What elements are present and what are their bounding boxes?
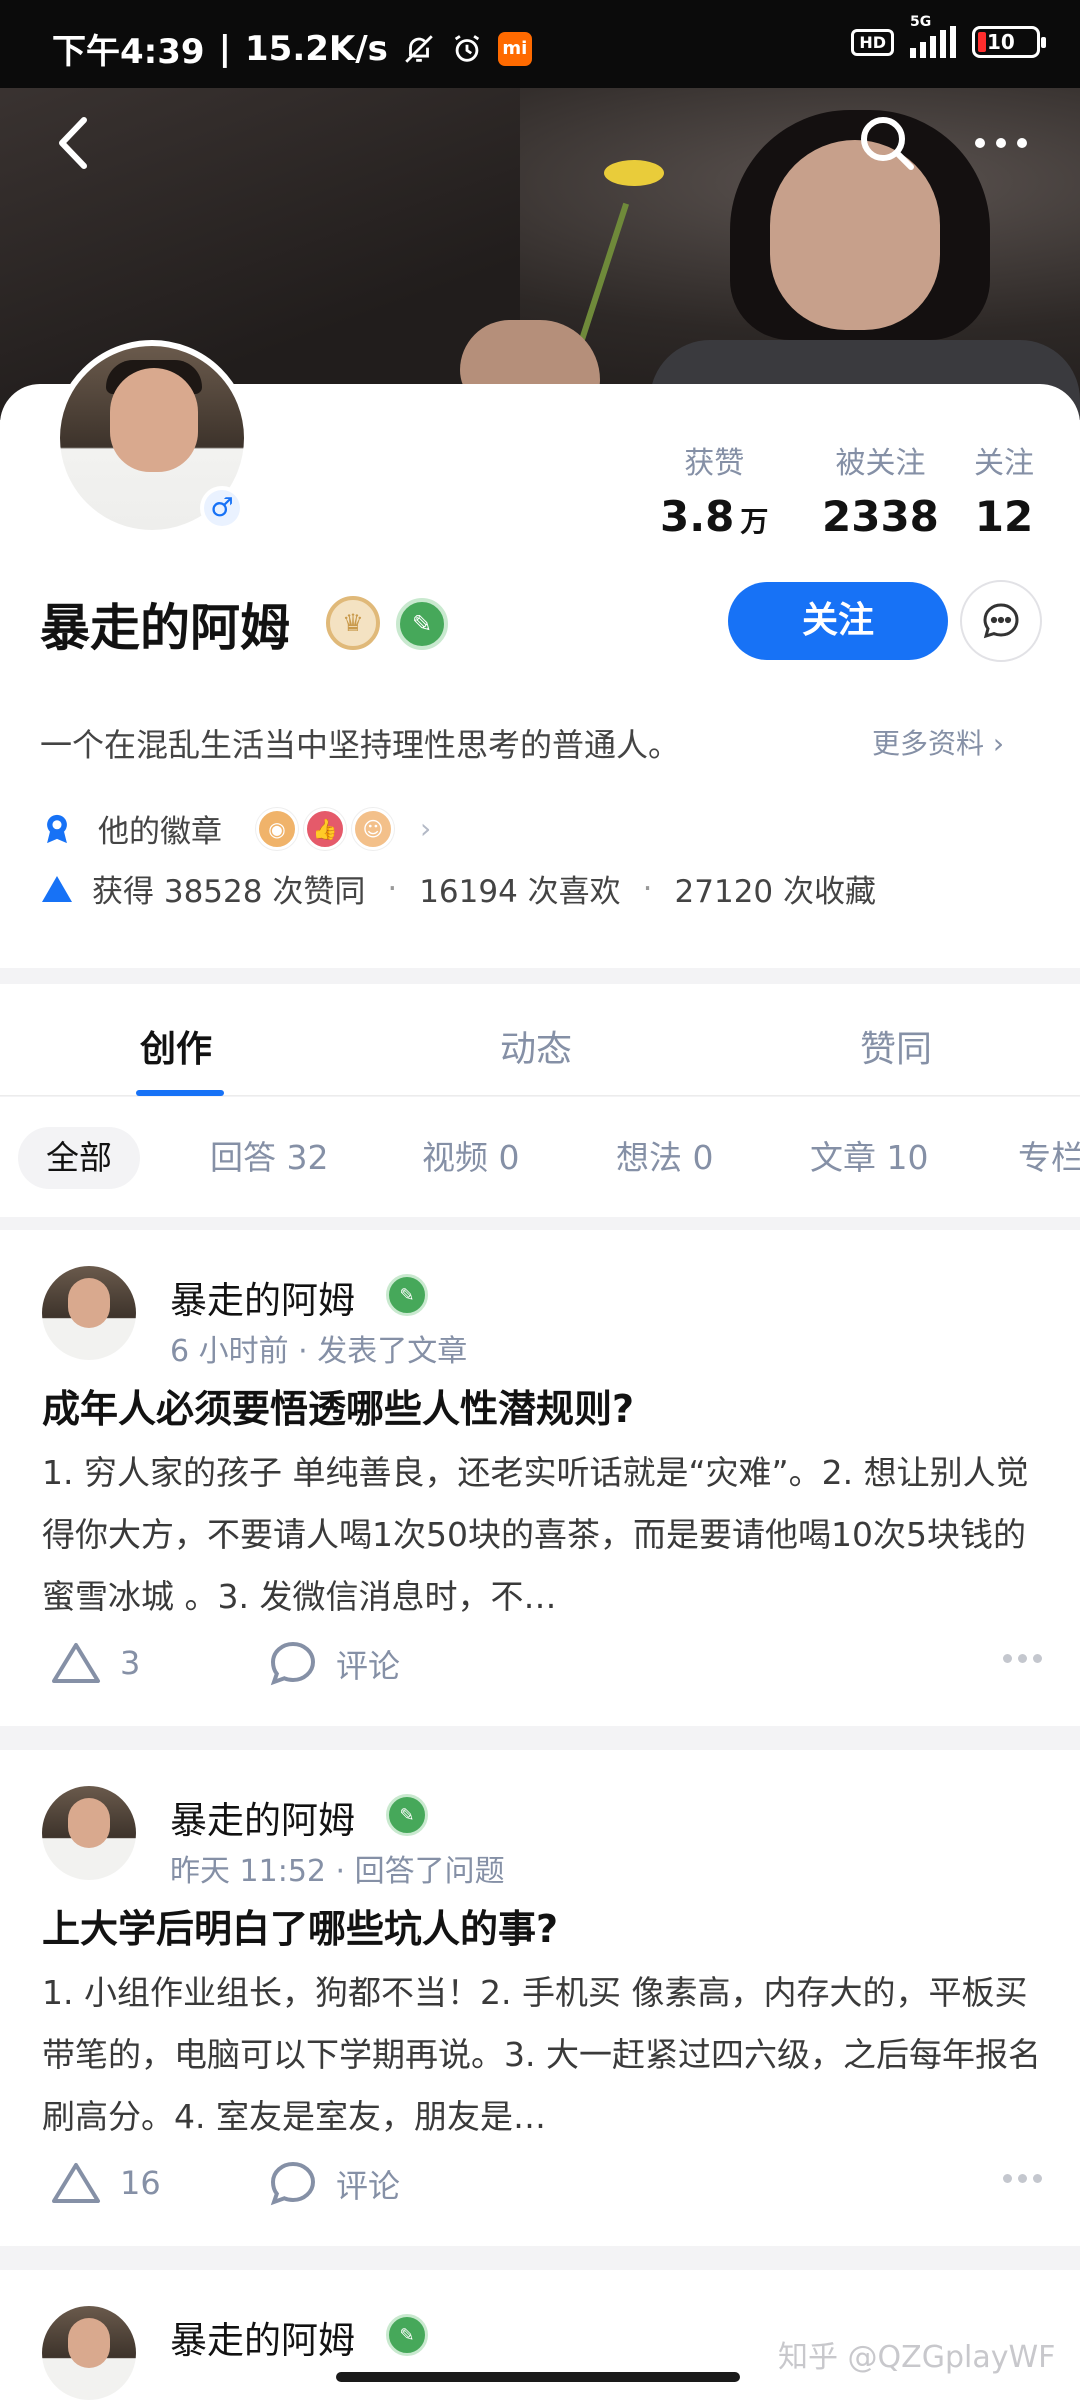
comment-icon [270,2161,316,2206]
badges-label: 他的徽章 [98,814,222,850]
post-title[interactable]: 成年人必须要悟透哪些人性潜规则? [42,1378,634,1433]
chat-bubble-icon [983,603,1019,639]
status-left: 下午4:39 | 15.2K/s mi [52,24,532,73]
badges-row[interactable]: 他的徽章 ◉ 👍 ☺ › [40,806,431,851]
upvote-count: 3 [120,1644,141,1682]
alarm-icon [454,34,480,62]
comment-button[interactable]: 评论 [268,1640,400,1688]
creator-badge-icon: ✎ [386,2314,428,2356]
post-excerpt[interactable]: 1. 穷人家的孩子 单纯善良，还老实听话就是“灾难”。2. 想让别人觉得你大方，… [42,1442,1042,1628]
post-actions: 16 评论 [42,2154,1042,2214]
badge-ribbon-icon [47,814,67,843]
upvote-icon [52,1643,100,1683]
stat-likes[interactable]: 获赞 3.8 万 [660,438,768,541]
creator-badge-icon: ✎ [386,1274,428,1316]
signal-icon: 5G [910,14,956,58]
more-button[interactable] [966,108,1036,178]
chevron-right-icon: › [420,812,432,845]
like-count: 16194 次喜欢 [419,874,621,910]
profile-tabs: 创作 动态 赞同 [0,984,1080,1096]
comment-label: 评论 [336,1647,401,1685]
more-options-icon[interactable] [1003,2174,1042,2183]
profile-name: 暴走的阿姆 [40,599,290,657]
status-right: HD 5G 10 [851,14,1046,58]
tab-upvotes[interactable]: 赞同 [860,1020,932,1072]
agree-count: 获得 38528 次赞同 [92,874,366,910]
achievement-row: 获得 38528 次赞同 · 16194 次喜欢 · 27120 次收藏 [40,866,876,911]
author-name[interactable]: 暴走的阿姆 [170,1270,355,1324]
favorite-count: 27120 次收藏 [674,874,877,910]
filter-thoughts[interactable]: 想法 0 [616,1127,714,1189]
stat-value: 2338 [822,492,939,541]
filter-columns[interactable]: 专栏 [1018,1127,1080,1189]
follow-button[interactable]: 关注 [728,582,948,660]
male-icon: ♂ [204,490,240,526]
comment-label: 评论 [336,2167,401,2205]
upvote-filled-icon [42,875,72,902]
mute-bell-icon [405,34,433,63]
creator-badge-icon: ✎ [386,1794,428,1836]
feed-card[interactable]: 暴走的阿姆 ✎ 6 小时前 · 发表了文章 成年人必须要悟透哪些人性潜规则? 1… [0,1230,1080,1726]
person-badge-icon: ☺ [352,807,394,850]
more-options-icon[interactable] [1003,1654,1042,1663]
upvote-icon [52,2163,100,2203]
watermark: 知乎 @QZGplayWF [778,2340,1056,2375]
clock: 下午4:39 [52,32,205,72]
badge-list: ◉ 👍 ☺ [256,807,394,850]
mi-app-icon: mi [497,31,532,66]
author-avatar[interactable] [42,2306,136,2400]
more-info-link[interactable]: 更多资料 › [872,722,1004,762]
filter-videos[interactable]: 视频 0 [422,1127,520,1189]
tab-indicator [136,1090,224,1096]
comment-icon [270,1641,316,1686]
home-indicator[interactable] [336,2372,740,2382]
gender-badge: ♂ [200,486,244,530]
back-icon [59,117,87,169]
filter-answers[interactable]: 回答 32 [210,1127,328,1189]
creator-badge-icon[interactable]: ✎ [396,598,448,650]
more-icon [975,138,1027,148]
status-bar: 下午4:39 | 15.2K/s mi HD 5G 10 [0,0,1080,88]
stat-label: 获赞 [684,446,745,481]
eye-badge-icon: ◉ [256,807,298,850]
back-button[interactable] [42,108,112,178]
stat-followers[interactable]: 被关注 2338 [822,438,939,541]
net-speed: 15.2K/s [245,28,388,69]
stat-value: 12 [974,492,1034,541]
post-excerpt[interactable]: 1. 小组作业组长，狗都不当！2. 手机买 像素高，内存大的，平板买带笔的，电脑… [42,1962,1042,2148]
message-button[interactable] [960,580,1042,662]
post-meta: 6 小时前 · 发表了文章 [170,1334,468,1369]
stat-label: 关注 [974,446,1034,481]
filter-articles[interactable]: 文章 10 [810,1127,928,1189]
network-type: 5G [910,14,932,30]
profile-bio: 一个在混乱生活当中坚持理性思考的普通人。 [40,726,681,764]
search-button[interactable] [852,108,922,178]
filter-all[interactable]: 全部 [18,1127,140,1189]
battery-level: 10 [987,30,1015,54]
filter-chips: 全部 回答 32 视频 0 想法 0 文章 10 专栏 [0,1097,1080,1217]
author-avatar[interactable] [42,1786,136,1880]
post-title[interactable]: 上大学后明白了哪些坑人的事? [42,1898,558,1953]
post-actions: 3 评论 [42,1634,1042,1694]
tab-activity[interactable]: 动态 [500,1020,572,1072]
author-avatar[interactable] [42,1266,136,1360]
upvote-button[interactable]: 16 [50,2160,161,2206]
post-meta: 昨天 11:52 · 回答了问题 [170,1854,505,1889]
author-name[interactable]: 暴走的阿姆 [170,1790,355,1844]
stat-value: 3.8 万 [660,492,769,541]
battery-icon: 10 [972,26,1046,58]
hd-indicator: HD [851,28,894,56]
stat-following[interactable]: 关注 12 [974,438,1034,541]
feed-card[interactable]: 暴走的阿姆 ✎ 昨天 11:52 · 回答了问题 上大学后明白了哪些坑人的事? … [0,1750,1080,2246]
thumb-badge-icon: 👍 [304,807,346,850]
stat-label: 被关注 [835,446,926,481]
crown-badge-icon[interactable]: ♛ [326,596,380,650]
upvote-count: 16 [120,2164,161,2202]
search-icon [861,117,914,170]
upvote-button[interactable]: 3 [50,1640,140,1686]
comment-button[interactable]: 评论 [268,2160,400,2208]
tab-creation[interactable]: 创作 [140,1020,212,1072]
author-name[interactable]: 暴走的阿姆 [170,2310,355,2364]
